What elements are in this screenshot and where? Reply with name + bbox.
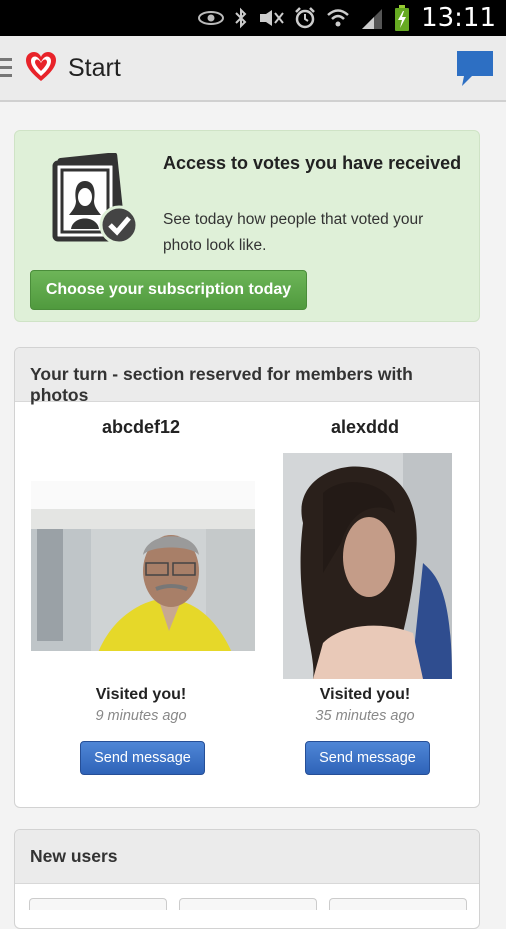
battery-charging-icon	[395, 5, 409, 31]
photo-check-icon	[52, 153, 139, 245]
heart-logo-icon[interactable]	[24, 50, 58, 84]
bluetooth-icon	[235, 7, 247, 29]
wifi-icon	[327, 9, 349, 27]
clock-time: 13:11	[421, 3, 496, 33]
member-photo[interactable]	[31, 481, 255, 651]
promo-title: Access to votes you have received	[163, 153, 462, 173]
your-turn-card: Your turn - section reserved for members…	[14, 347, 480, 808]
choose-subscription-button[interactable]: Choose your subscription today	[30, 270, 307, 310]
member-time-ago: 35 minutes ago	[315, 708, 415, 724]
alarm-icon	[295, 7, 315, 29]
menu-icon[interactable]	[0, 58, 12, 82]
status-bar: 13:11	[0, 0, 506, 36]
mute-icon	[260, 10, 284, 26]
send-message-button[interactable]: Send message	[80, 741, 205, 775]
votes-promo-card: Access to votes you have received See to…	[14, 130, 480, 322]
member-username: alexddd	[330, 417, 400, 437]
your-turn-header: Your turn - section reserved for members…	[15, 348, 479, 405]
signal-icon	[362, 9, 382, 29]
eye-icon	[198, 11, 224, 25]
app-bar: Start	[0, 36, 506, 102]
send-message-button[interactable]: Send message	[305, 741, 430, 775]
new-users-card: New users	[14, 829, 480, 929]
member-status: Visited you!	[319, 686, 411, 703]
member-photo[interactable]	[283, 453, 452, 679]
member-username: abcdef12	[101, 417, 181, 437]
member-time-ago: 9 minutes ago	[95, 708, 187, 724]
member-status: Visited you!	[95, 686, 187, 703]
status-icons	[198, 5, 410, 31]
page-title: Start	[68, 54, 121, 82]
chat-icon[interactable]	[454, 48, 496, 88]
promo-description: See today how people that voted your pho…	[163, 211, 424, 254]
new-users-header: New users	[15, 830, 479, 884]
